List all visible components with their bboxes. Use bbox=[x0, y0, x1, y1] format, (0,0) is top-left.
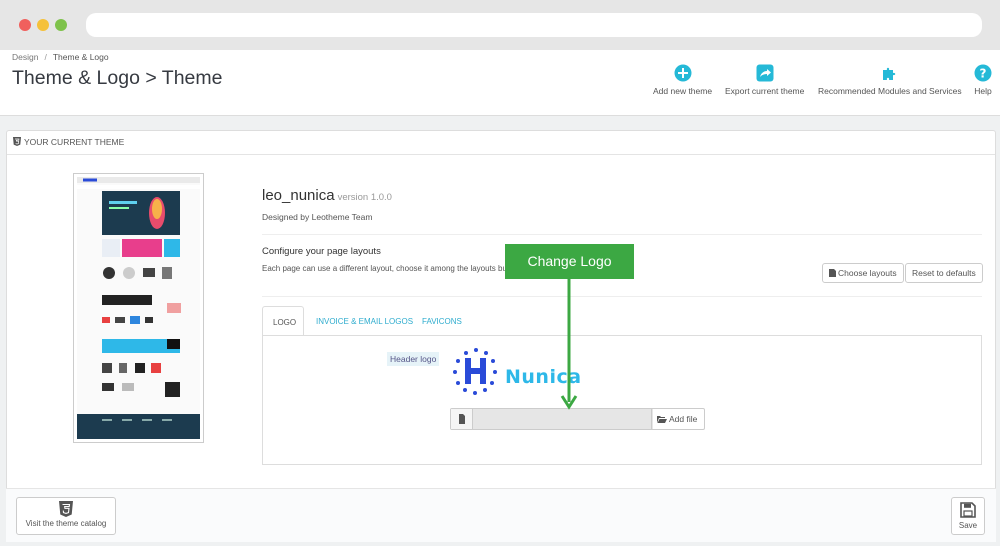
save-label: Save bbox=[958, 521, 978, 530]
help-label: Help bbox=[974, 86, 992, 96]
tab-invoice-email-logos[interactable]: INVOICE & EMAIL LOGOS bbox=[306, 306, 423, 336]
divider bbox=[262, 234, 982, 235]
help-icon: ? bbox=[974, 64, 992, 82]
file-path-input[interactable] bbox=[473, 409, 653, 429]
change-logo-callout: Change Logo bbox=[505, 244, 634, 279]
export-icon bbox=[756, 64, 774, 82]
theme-name: leo_nunica version 1.0.0 bbox=[262, 187, 392, 204]
theme-preview-thumbnail bbox=[73, 173, 204, 443]
theme-preview-illustration bbox=[77, 177, 200, 439]
floppy-disk-icon bbox=[960, 502, 976, 518]
file-type-box bbox=[451, 409, 473, 429]
add-file-label: Add file bbox=[669, 414, 698, 424]
html5-shield-icon bbox=[13, 137, 21, 146]
panel-footer: Visit the theme catalog Save bbox=[6, 488, 996, 542]
reset-to-defaults-button[interactable]: Reset to defaults bbox=[905, 263, 983, 283]
close-window-dot[interactable] bbox=[19, 19, 31, 31]
panel-heading-title: YOUR CURRENT THEME bbox=[24, 137, 125, 147]
address-bar[interactable] bbox=[86, 13, 982, 37]
divider bbox=[262, 296, 982, 297]
save-button[interactable]: Save bbox=[951, 497, 985, 535]
minimize-window-dot[interactable] bbox=[37, 19, 49, 31]
nunica-logo-mark-icon bbox=[453, 348, 497, 395]
recommended-modules-label: Recommended Modules and Services bbox=[818, 86, 962, 96]
page-title: Theme & Logo > Theme bbox=[12, 67, 223, 89]
export-current-theme-label: Export current theme bbox=[725, 86, 805, 96]
header-logo-image: Nunica bbox=[449, 346, 599, 396]
page: Design / Theme & Logo Theme & Logo > Theme… bbox=[0, 50, 1000, 546]
visit-theme-catalog-button[interactable]: Visit the theme catalog bbox=[16, 497, 116, 535]
breadcrumb-separator: / bbox=[44, 52, 47, 62]
header-logo-label: Header logo bbox=[387, 352, 440, 366]
configure-layouts-title: Configure your page layouts bbox=[262, 246, 381, 257]
visit-theme-catalog-label: Visit the theme catalog bbox=[25, 519, 107, 528]
choose-layouts-button[interactable]: Choose layouts bbox=[822, 263, 904, 283]
help-button[interactable]: ? Help bbox=[974, 64, 992, 96]
html5-icon bbox=[59, 501, 73, 517]
tab-favicons[interactable]: FAVICONS bbox=[412, 306, 472, 336]
designed-by: Designed by Leotheme Team bbox=[262, 212, 373, 222]
browser-chrome bbox=[0, 0, 1000, 50]
add-new-theme-label: Add new theme bbox=[653, 86, 713, 96]
recommended-modules-button[interactable]: Recommended Modules and Services bbox=[818, 64, 962, 96]
folder-open-icon bbox=[657, 416, 667, 423]
plus-circle-icon bbox=[674, 64, 692, 82]
breadcrumb-current: Theme & Logo bbox=[52, 52, 109, 62]
theme-preview-image bbox=[77, 177, 200, 439]
panel-heading: YOUR CURRENT THEME bbox=[7, 131, 995, 155]
logo-file-upload[interactable]: Add file bbox=[450, 408, 705, 430]
maximize-window-dot[interactable] bbox=[55, 19, 67, 31]
page-header: Design / Theme & Logo Theme & Logo > Theme… bbox=[0, 50, 1000, 116]
puzzle-icon bbox=[882, 67, 896, 80]
file-icon bbox=[829, 269, 836, 277]
file-icon bbox=[459, 414, 465, 424]
logo-wordmark: Nunica bbox=[505, 366, 582, 388]
svg-text:?: ? bbox=[980, 67, 987, 81]
tab-logo[interactable]: LOGO bbox=[262, 306, 304, 336]
breadcrumb-root[interactable]: Design bbox=[12, 52, 38, 62]
breadcrumb: Design / Theme & Logo bbox=[12, 52, 109, 62]
theme-name-text: leo_nunica bbox=[262, 187, 335, 204]
theme-version: version 1.0.0 bbox=[337, 192, 392, 203]
current-theme-panel: YOUR CURRENT THEME leo_nunica version 1.… bbox=[6, 130, 996, 537]
add-file-button[interactable]: Add file bbox=[651, 409, 704, 429]
choose-layouts-label: Choose layouts bbox=[838, 268, 897, 278]
logo-tab-content: Header logo Nunica Add file bbox=[262, 335, 982, 465]
export-current-theme-button[interactable]: Export current theme bbox=[725, 64, 804, 96]
reset-to-defaults-label: Reset to defaults bbox=[912, 268, 976, 278]
add-new-theme-button[interactable]: Add new theme bbox=[653, 64, 712, 96]
